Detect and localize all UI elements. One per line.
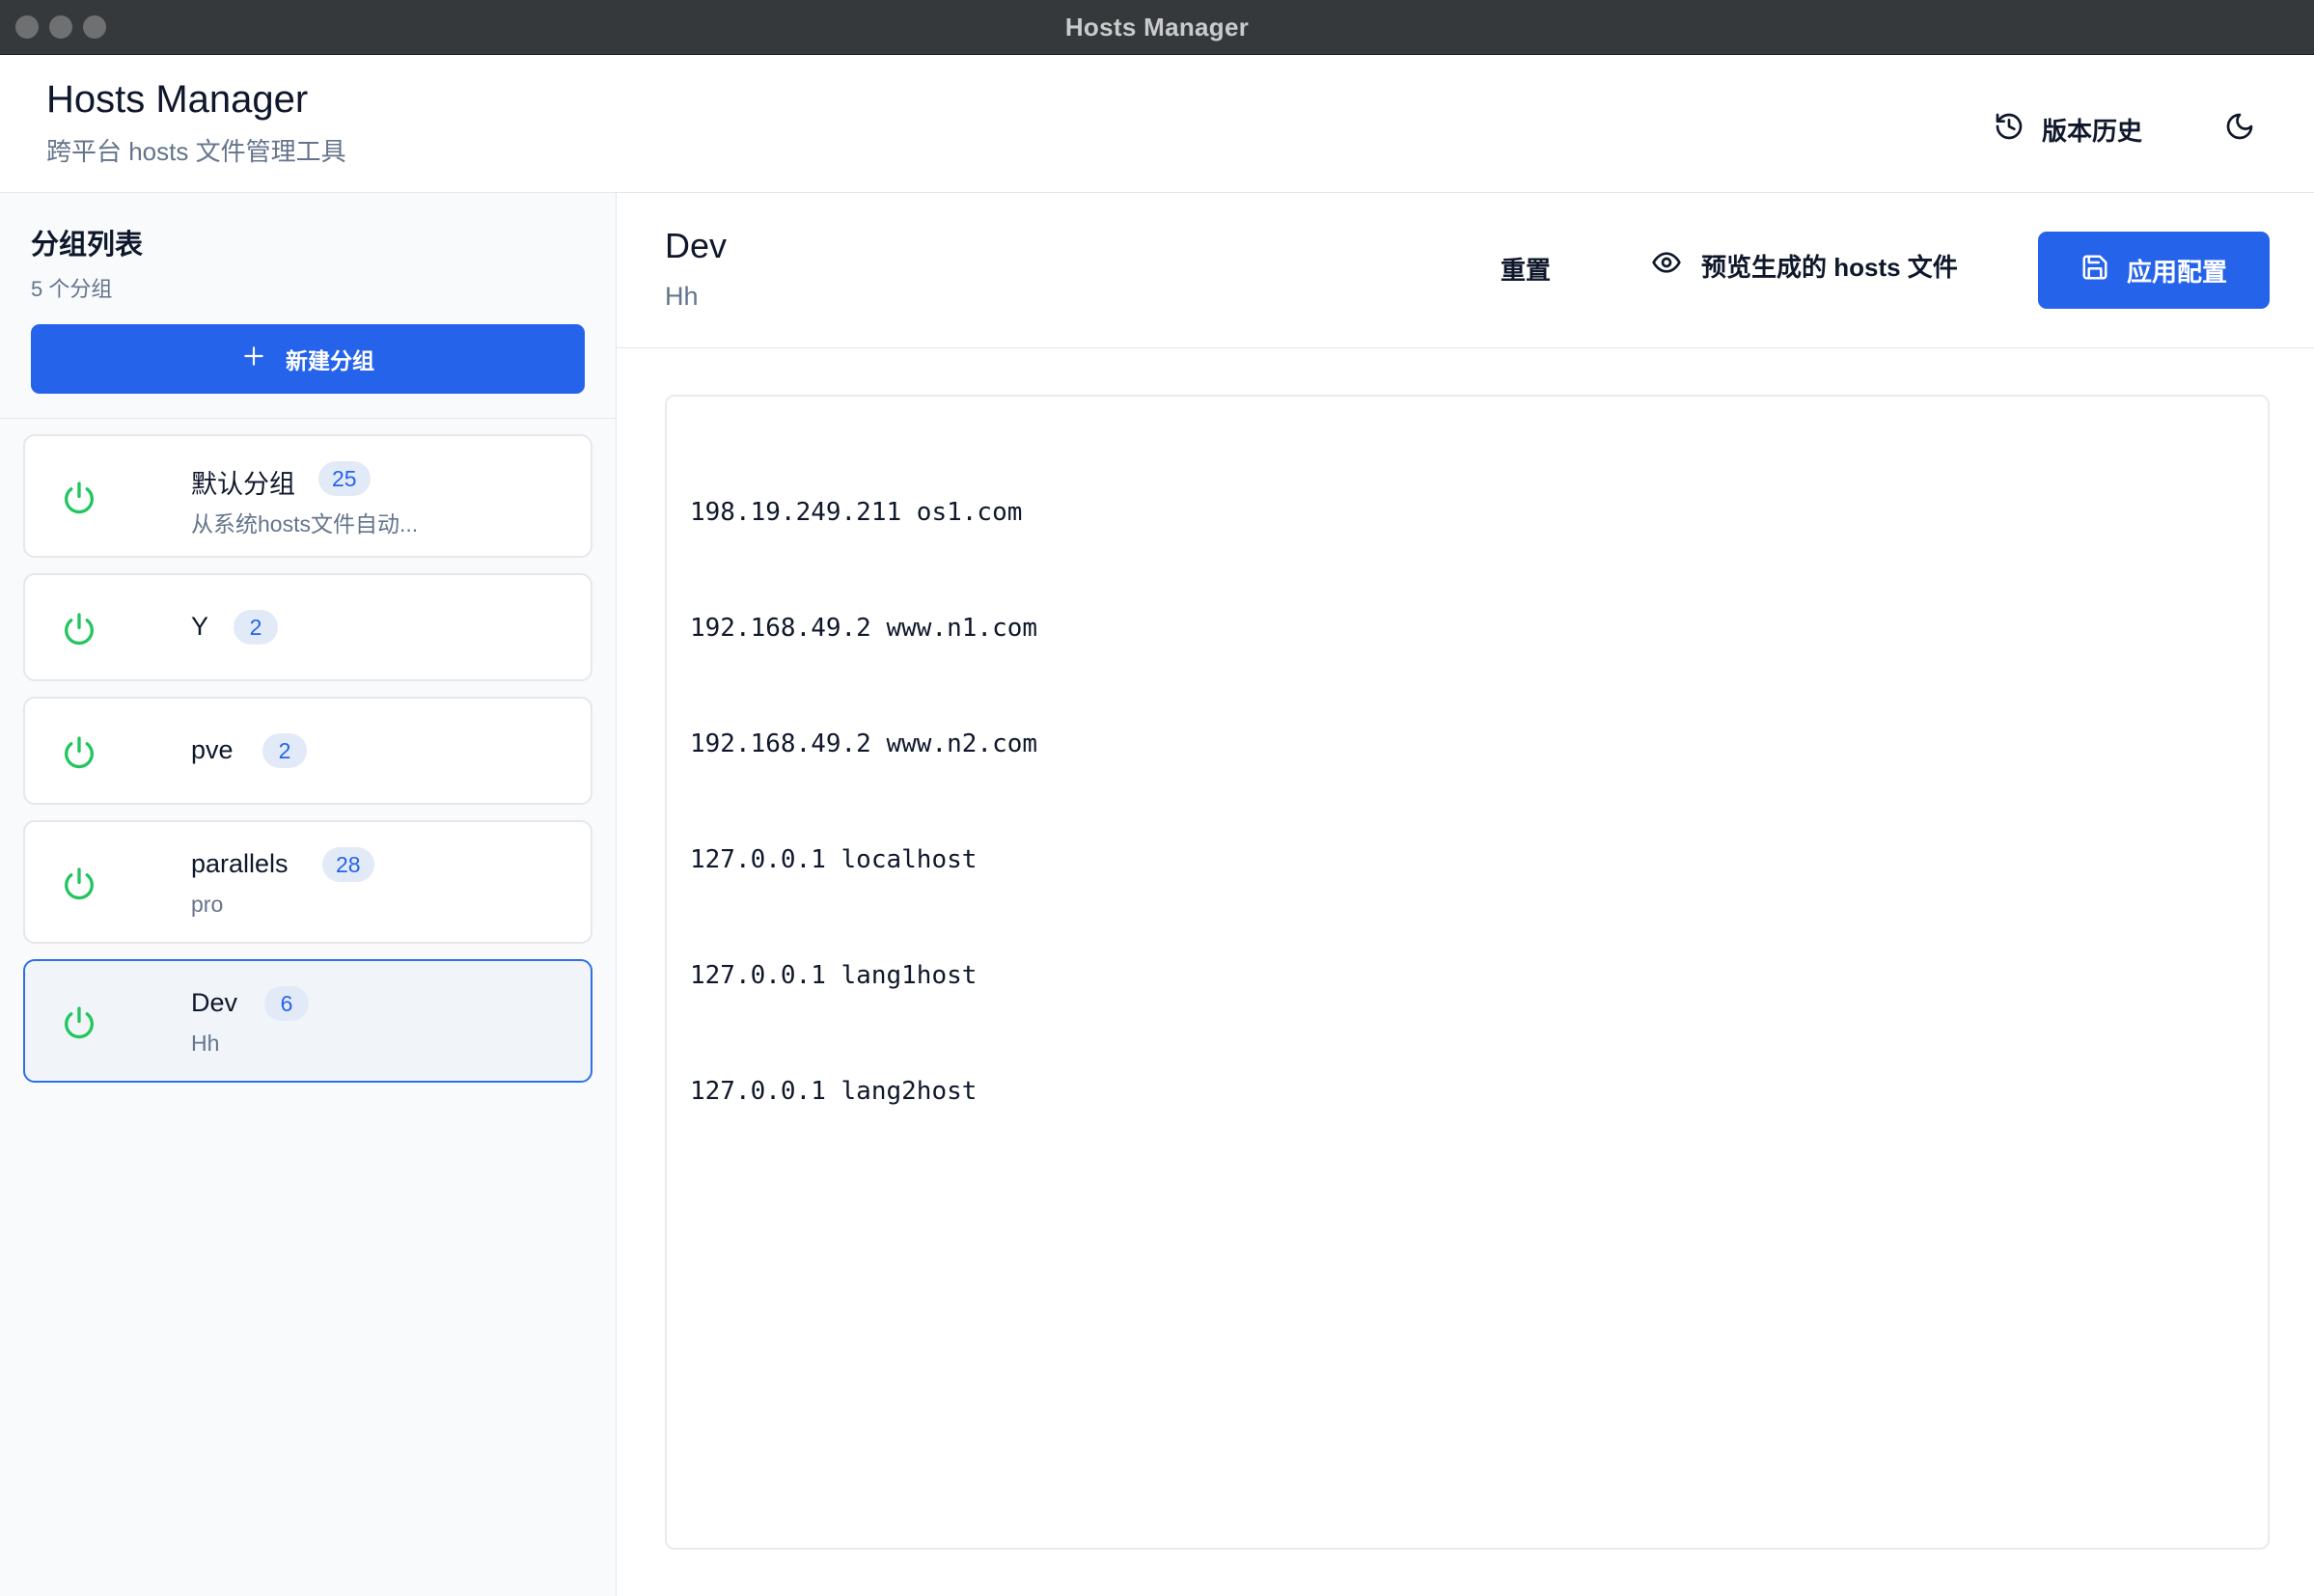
theme-toggle-button[interactable] xyxy=(2214,103,2266,155)
window-controls xyxy=(15,15,106,39)
editor-line: 192.168.49.2 www.n2.com xyxy=(690,729,1038,758)
zoom-window-button[interactable] xyxy=(83,15,106,39)
preview-hosts-button[interactable]: 预览生成的 hosts 文件 xyxy=(1651,247,1958,285)
group-item-y[interactable]: Y 2 xyxy=(23,573,592,681)
power-icon[interactable] xyxy=(60,865,98,903)
group-header: Dev Hh 重置 预览生成的 hosts 文件 应用配置 xyxy=(617,193,2314,348)
hosts-editor[interactable]: 198.19.249.211 os1.com 192.168.49.2 www.… xyxy=(665,395,2270,1550)
group-count-badge: 2 xyxy=(262,733,307,768)
editor-line: 198.19.249.211 os1.com xyxy=(690,498,1023,527)
new-group-label: 新建分组 xyxy=(286,348,374,373)
group-subtitle: Hh xyxy=(665,282,699,311)
group-count: 5 个分组 xyxy=(31,277,113,301)
group-item-default[interactable]: 默认分组 25 从系统hosts文件自动... xyxy=(23,434,592,558)
version-history-button[interactable]: 版本历史 xyxy=(1994,105,2142,153)
app-subtitle: 跨平台 hosts 文件管理工具 xyxy=(46,137,346,166)
version-history-label: 版本历史 xyxy=(2042,116,2143,146)
apply-config-button[interactable]: 应用配置 xyxy=(2038,232,2270,309)
power-icon[interactable] xyxy=(60,610,98,648)
group-description: pro xyxy=(191,892,224,917)
power-icon[interactable] xyxy=(60,479,98,517)
group-title: Dev xyxy=(665,226,728,265)
save-icon xyxy=(2080,253,2109,289)
app-window: Hosts Manager Hosts Manager 跨平台 hosts 文件… xyxy=(0,0,2314,1596)
minimize-window-button[interactable] xyxy=(49,15,72,39)
new-group-button[interactable]: 新建分组 xyxy=(31,324,585,394)
power-icon[interactable] xyxy=(60,733,98,772)
eye-icon xyxy=(1651,247,1682,285)
group-name: Dev xyxy=(191,988,238,1017)
group-count-badge: 6 xyxy=(264,986,309,1021)
history-icon xyxy=(1994,111,2025,149)
group-item-pve[interactable]: pve 2 xyxy=(23,697,592,805)
sidebar: 分组列表 5 个分组 新建分组 默认分组 25 从系统hosts文件自动... xyxy=(0,193,617,1596)
window-title: Hosts Manager xyxy=(1064,12,1250,41)
reset-button[interactable]: 重置 xyxy=(1501,251,1551,287)
power-icon[interactable] xyxy=(60,1004,98,1042)
main-panel: Dev Hh 重置 预览生成的 hosts 文件 应用配置 198.19.249… xyxy=(617,193,2314,1596)
plus-icon xyxy=(241,344,266,374)
app-header: Hosts Manager 跨平台 hosts 文件管理工具 版本历史 xyxy=(0,55,2314,193)
group-description: Hh xyxy=(191,1031,220,1056)
close-window-button[interactable] xyxy=(15,15,39,39)
editor-line: 127.0.0.1 lang2host xyxy=(690,1077,978,1106)
editor-line: 192.168.49.2 www.n1.com xyxy=(690,614,1038,643)
moon-icon xyxy=(2224,111,2255,149)
group-item-dev[interactable]: Dev 6 Hh xyxy=(23,959,592,1083)
app-title: Hosts Manager xyxy=(46,78,309,121)
sidebar-title: 分组列表 xyxy=(31,230,144,261)
group-name: Y xyxy=(191,612,209,641)
group-count-badge: 2 xyxy=(234,610,278,645)
group-name: 默认分组 xyxy=(191,470,295,499)
group-item-parallels[interactable]: parallels 28 pro xyxy=(23,820,592,944)
group-count-badge: 25 xyxy=(318,461,371,496)
apply-config-label: 应用配置 xyxy=(2126,257,2227,287)
sidebar-header: 分组列表 5 个分组 新建分组 xyxy=(0,193,616,419)
group-count-badge: 28 xyxy=(322,847,374,882)
editor-line: 127.0.0.1 lang1host xyxy=(690,961,978,990)
group-name: pve xyxy=(191,735,234,764)
title-bar: Hosts Manager xyxy=(0,0,2314,55)
preview-hosts-label: 预览生成的 hosts 文件 xyxy=(1701,253,1958,282)
group-description: 从系统hosts文件自动... xyxy=(191,511,419,537)
group-name: parallels xyxy=(191,849,289,878)
editor-line: 127.0.0.1 localhost xyxy=(690,845,978,874)
